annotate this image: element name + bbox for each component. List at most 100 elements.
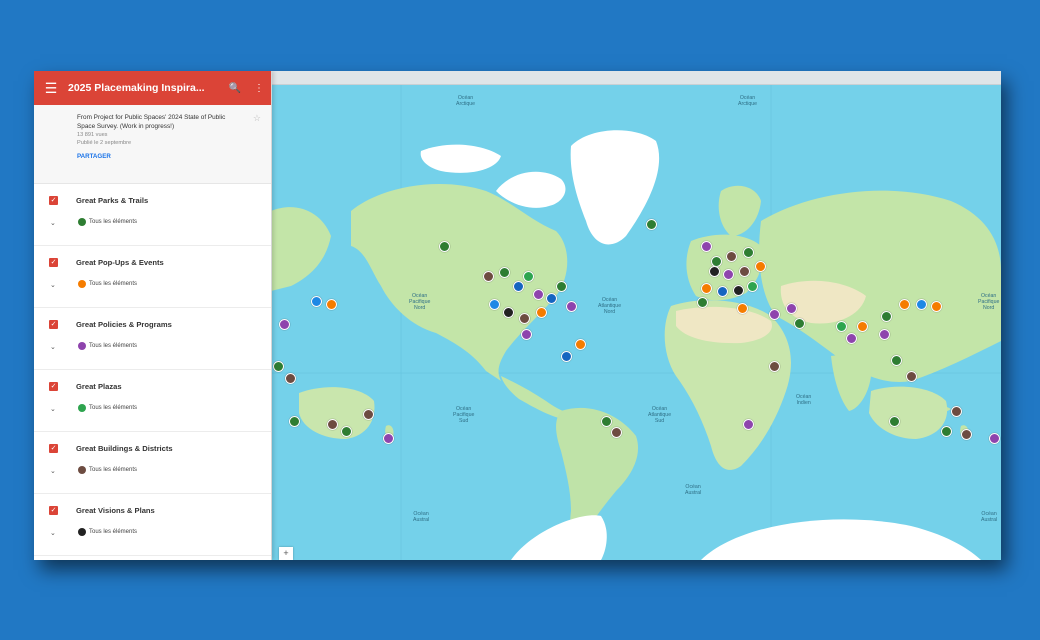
place-marker[interactable] xyxy=(489,299,500,310)
place-marker[interactable] xyxy=(961,429,972,440)
place-marker[interactable] xyxy=(383,433,394,444)
place-marker[interactable] xyxy=(285,373,296,384)
chevron-down-icon[interactable]: ⌄ xyxy=(50,281,56,289)
ocean-label: Océan Austral xyxy=(413,511,430,523)
chevron-down-icon[interactable]: ⌄ xyxy=(50,467,56,475)
place-marker[interactable] xyxy=(701,283,712,294)
layer-checkbox[interactable]: ✓ xyxy=(49,258,58,267)
place-marker[interactable] xyxy=(513,281,524,292)
map-toolbar xyxy=(271,71,1001,85)
place-marker[interactable] xyxy=(363,409,374,420)
place-marker[interactable] xyxy=(916,299,927,310)
place-marker[interactable] xyxy=(899,299,910,310)
layer-item: ✓ Great Visions & Plans ⌄ Tous les éléme… xyxy=(34,494,271,556)
place-marker[interactable] xyxy=(646,219,657,230)
place-marker[interactable] xyxy=(726,251,737,262)
place-marker[interactable] xyxy=(941,426,952,437)
hamburger-menu-icon[interactable]: ☰ xyxy=(34,80,68,97)
popup-marker-icon xyxy=(78,280,86,288)
place-marker[interactable] xyxy=(327,419,338,430)
place-marker[interactable] xyxy=(755,261,766,272)
place-marker[interactable] xyxy=(701,241,712,252)
place-marker[interactable] xyxy=(341,426,352,437)
chevron-down-icon[interactable]: ⌄ xyxy=(50,219,56,227)
place-marker[interactable] xyxy=(891,355,902,366)
place-marker[interactable] xyxy=(575,339,586,350)
layer-item: ✓ Great Policies & Programs ⌄ Tous les é… xyxy=(34,308,271,370)
layer-checkbox[interactable]: ✓ xyxy=(49,382,58,391)
place-marker[interactable] xyxy=(881,311,892,322)
search-icon[interactable]: 🔍 xyxy=(223,83,247,94)
world-map[interactable]: Océan Arctique Océan Arctique Océan Paci… xyxy=(271,71,1001,560)
place-marker[interactable] xyxy=(311,296,322,307)
ocean-label: Océan Indien xyxy=(796,394,812,406)
place-marker[interactable] xyxy=(737,303,748,314)
share-button[interactable]: PARTAGER xyxy=(77,153,259,160)
place-marker[interactable] xyxy=(989,433,1000,444)
place-marker[interactable] xyxy=(889,416,900,427)
place-marker[interactable] xyxy=(546,293,557,304)
place-marker[interactable] xyxy=(503,307,514,318)
place-marker[interactable] xyxy=(697,297,708,308)
chevron-down-icon[interactable]: ⌄ xyxy=(50,343,56,351)
layer-checkbox[interactable]: ✓ xyxy=(49,506,58,515)
layer-all-items[interactable]: Tous les éléments xyxy=(89,281,137,287)
place-marker[interactable] xyxy=(611,427,622,438)
ocean-label: Océan Pacifique Nord xyxy=(409,293,431,311)
place-marker[interactable] xyxy=(326,299,337,310)
place-marker[interactable] xyxy=(769,309,780,320)
place-marker[interactable] xyxy=(951,406,962,417)
place-marker[interactable] xyxy=(536,307,547,318)
chevron-down-icon[interactable]: ⌄ xyxy=(50,529,56,537)
place-marker[interactable] xyxy=(717,286,728,297)
place-marker[interactable] xyxy=(601,416,612,427)
place-marker[interactable] xyxy=(769,361,780,372)
place-marker[interactable] xyxy=(794,318,805,329)
place-marker[interactable] xyxy=(499,267,510,278)
layer-all-items[interactable]: Tous les éléments xyxy=(89,405,137,411)
place-marker[interactable] xyxy=(836,321,847,332)
place-marker[interactable] xyxy=(747,281,758,292)
ocean-label: Océan Arctique xyxy=(456,95,476,107)
place-marker[interactable] xyxy=(566,301,577,312)
place-marker[interactable] xyxy=(743,419,754,430)
policy-marker-icon xyxy=(78,342,86,350)
place-marker[interactable] xyxy=(743,247,754,258)
layer-checkbox[interactable]: ✓ xyxy=(49,444,58,453)
place-marker[interactable] xyxy=(906,371,917,382)
place-marker[interactable] xyxy=(289,416,300,427)
map-description: From Project for Public Spaces' 2024 Sta… xyxy=(77,114,226,130)
place-marker[interactable] xyxy=(523,271,534,282)
ocean-label: Océan Atlantique Nord xyxy=(598,297,622,315)
place-marker[interactable] xyxy=(561,351,572,362)
layer-all-items[interactable]: Tous les éléments xyxy=(89,467,137,473)
layer-name: Great Parks & Trails xyxy=(76,196,149,205)
place-marker[interactable] xyxy=(519,313,530,324)
star-icon[interactable]: ☆ xyxy=(253,113,261,124)
zoom-in-button[interactable]: + xyxy=(279,547,293,560)
place-marker[interactable] xyxy=(879,329,890,340)
place-marker[interactable] xyxy=(483,271,494,282)
place-marker[interactable] xyxy=(439,241,450,252)
place-marker[interactable] xyxy=(786,303,797,314)
map-published: Publié le 2 septembre xyxy=(77,140,132,146)
place-marker[interactable] xyxy=(931,301,942,312)
place-marker[interactable] xyxy=(273,361,284,372)
place-marker[interactable] xyxy=(733,285,744,296)
place-marker[interactable] xyxy=(709,266,720,277)
layer-all-items[interactable]: Tous les éléments xyxy=(89,219,137,225)
layer-all-items[interactable]: Tous les éléments xyxy=(89,343,137,349)
chevron-down-icon[interactable]: ⌄ xyxy=(50,405,56,413)
layer-checkbox[interactable]: ✓ xyxy=(49,196,58,205)
place-marker[interactable] xyxy=(739,266,750,277)
layer-checkbox[interactable]: ✓ xyxy=(49,320,58,329)
place-marker[interactable] xyxy=(857,321,868,332)
place-marker[interactable] xyxy=(723,269,734,280)
place-marker[interactable] xyxy=(279,319,290,330)
more-vertical-icon[interactable]: ⋮ xyxy=(247,83,271,94)
place-marker[interactable] xyxy=(533,289,544,300)
place-marker[interactable] xyxy=(846,333,857,344)
layer-all-items[interactable]: Tous les éléments xyxy=(89,529,137,535)
place-marker[interactable] xyxy=(556,281,567,292)
place-marker[interactable] xyxy=(521,329,532,340)
